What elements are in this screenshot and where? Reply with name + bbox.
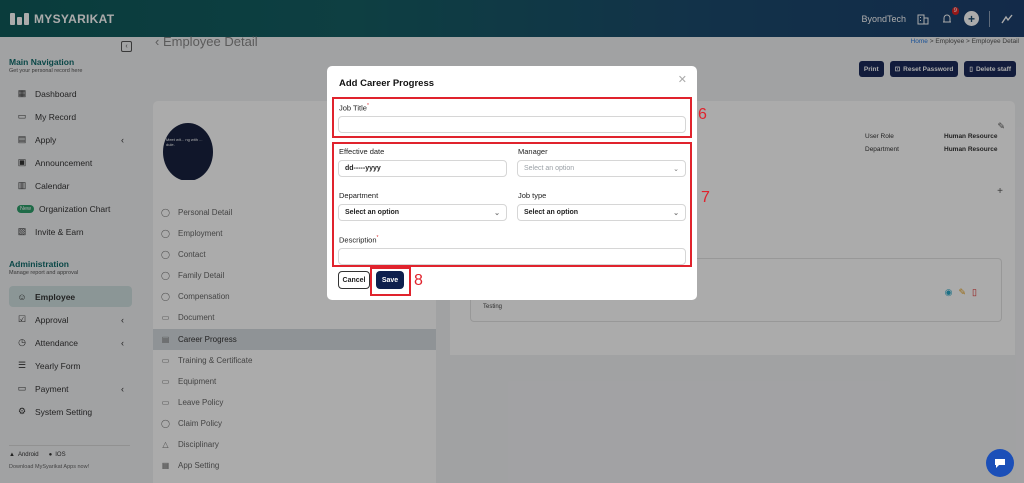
annotation-box-7	[332, 142, 692, 267]
cancel-button[interactable]: Cancel	[338, 271, 370, 289]
chat-bubble-icon[interactable]	[986, 449, 1014, 477]
close-icon[interactable]: ✕	[678, 73, 687, 86]
annotation-label-6: 6	[698, 106, 707, 123]
annotation-label-8: 8	[414, 272, 423, 289]
modal-title: Add Career Progress	[339, 78, 435, 89]
annotation-box-6	[332, 97, 692, 138]
annotation-label-7: 7	[701, 189, 710, 206]
annotation-box-8	[370, 267, 411, 296]
